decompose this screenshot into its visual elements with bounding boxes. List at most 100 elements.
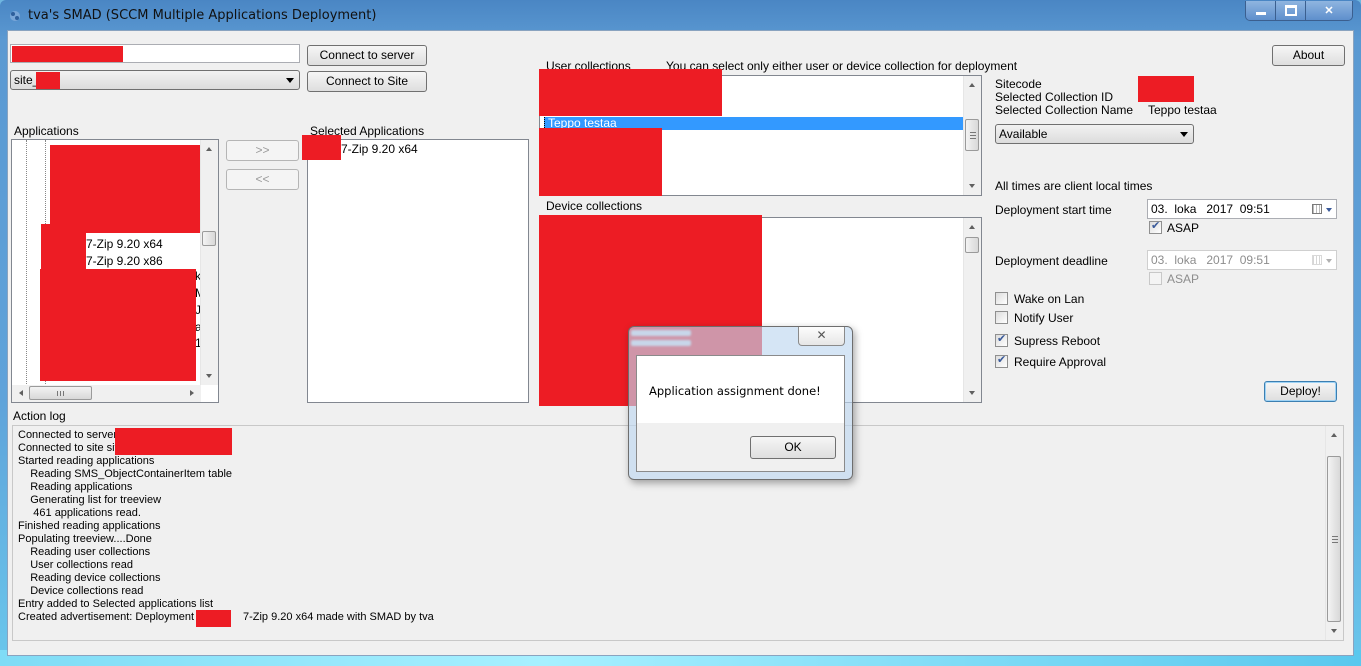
chevron-down-icon (1180, 132, 1188, 137)
redacted-user-collections (539, 69, 722, 116)
remove-application-button[interactable]: << (226, 169, 299, 190)
log-line: 461 applications read. (18, 507, 141, 519)
times-note: All times are client local times (995, 179, 1153, 193)
deploy-button[interactable]: Deploy! (1264, 381, 1337, 402)
action-log-label: Action log (13, 409, 66, 423)
supress-reboot-checkbox[interactable] (995, 332, 1008, 347)
site-select[interactable]: site_ (10, 70, 300, 90)
log-line: Device collections read (18, 585, 144, 597)
applications-vscrollbar[interactable] (200, 140, 218, 385)
applications-hscrollbar[interactable] (12, 385, 201, 402)
wake-on-lan-label: Wake on Lan (1014, 292, 1085, 306)
scroll-thumb[interactable] (202, 231, 216, 246)
action-log-scrollbar[interactable] (1325, 426, 1343, 640)
scroll-down-icon (206, 374, 212, 378)
chevron-down-icon (1326, 208, 1332, 212)
require-approval-checkbox[interactable] (995, 353, 1008, 368)
tree-item[interactable]: 7-Zip 9.20 x86 (86, 254, 163, 268)
chevron-down-icon (286, 78, 294, 83)
notify-user-label: Notify User (1014, 311, 1074, 325)
require-approval-label: Require Approval (1014, 355, 1107, 369)
notify-user-checkbox[interactable] (995, 311, 1008, 324)
start-time-label: Deployment start time (995, 203, 1112, 217)
redacted-log-app-prefix (196, 610, 231, 627)
redacted-site (36, 72, 60, 89)
close-icon: ✕ (1324, 5, 1334, 17)
scroll-thumb[interactable] (965, 237, 979, 253)
app-icon (10, 11, 20, 21)
scroll-thumb[interactable] (1327, 456, 1341, 622)
log-line: Finished reading applications (18, 520, 161, 532)
window-title: tva's SMAD (SCCM Multiple Applications D… (28, 8, 377, 23)
redacted-tree-items (50, 145, 203, 233)
dialog-body: Application assignment done! OK (636, 355, 845, 472)
deadline-label: Deployment deadline (995, 254, 1108, 268)
tree-line (26, 140, 27, 390)
scroll-up-icon (969, 83, 975, 87)
wake-on-lan-checkbox[interactable] (995, 292, 1008, 305)
sitecode-label: Sitecode (995, 77, 1042, 91)
deadline-picker[interactable]: 03. loka 2017 09:51 (1147, 250, 1337, 270)
scroll-up-icon (206, 147, 212, 151)
deadline-asap-checkbox[interactable] (1149, 272, 1162, 285)
close-button[interactable]: ✕ (1306, 1, 1352, 20)
device-collections-scrollbar[interactable] (963, 218, 981, 402)
dialog-close-button[interactable]: ✕ (798, 327, 845, 346)
user-collections-scrollbar[interactable] (963, 76, 981, 195)
redacted-server (12, 46, 123, 62)
redacted-app-prefix (302, 135, 341, 160)
collection-name-value: Teppo testaa (1148, 103, 1217, 117)
start-asap-checkbox[interactable] (1149, 219, 1162, 234)
log-line: Reading applications (18, 481, 133, 493)
calendar-icon (1312, 204, 1322, 214)
applications-label: Applications (14, 124, 79, 138)
minimize-icon (1255, 12, 1266, 15)
start-time-picker[interactable]: 03. loka 2017 09:51 (1147, 199, 1337, 219)
about-button[interactable]: About (1272, 45, 1345, 66)
add-application-button[interactable]: >> (226, 140, 299, 161)
redacted-log-server (115, 428, 232, 455)
maximize-icon (1284, 5, 1297, 16)
redacted-user-collections (539, 128, 662, 196)
tree-item[interactable]: 7-Zip 9.20 x64 (86, 237, 163, 251)
log-line: Started reading applications (18, 455, 155, 467)
applications-tree[interactable]: 7-Zip 9.20 x64 7-Zip 9.20 x86 k M J a 1 (11, 139, 219, 403)
connect-site-button[interactable]: Connect to Site (307, 71, 427, 92)
redacted-tree-items (41, 224, 86, 269)
collection-id-label: Selected Collection ID (995, 90, 1114, 104)
log-line: Reading user collections (18, 546, 151, 558)
dialog-ok-button[interactable]: OK (750, 436, 836, 459)
blurred-background (631, 330, 691, 336)
selected-applications-list[interactable]: 7-Zip 9.20 x64 (307, 139, 529, 403)
scroll-down-icon (969, 391, 975, 395)
log-line: User collections read (18, 559, 133, 571)
log-line: Reading SMS_ObjectContainerItem table (18, 468, 233, 480)
scroll-down-icon (1331, 629, 1337, 633)
purpose-select-value: Available (999, 127, 1048, 141)
scroll-up-icon (1331, 433, 1337, 437)
collection-name-label: Selected Collection Name (995, 103, 1134, 117)
close-icon: ✕ (816, 328, 827, 342)
log-line: Connected to server (18, 429, 118, 441)
connect-server-button[interactable]: Connect to server (307, 45, 427, 66)
redacted-sitecode (1138, 76, 1194, 102)
scroll-thumb[interactable] (29, 386, 92, 400)
scroll-right-icon (190, 390, 194, 396)
supress-reboot-label: Supress Reboot (1014, 334, 1101, 348)
start-asap-label: ASAP (1167, 221, 1200, 235)
scroll-thumb[interactable] (965, 119, 979, 151)
dialog-message-area: Application assignment done! (637, 356, 844, 423)
minimize-button[interactable] (1246, 1, 1276, 20)
maximize-button[interactable] (1276, 1, 1306, 20)
calendar-icon (1312, 255, 1322, 265)
message-dialog: ✕ Application assignment done! OK (628, 326, 853, 480)
scroll-left-icon (19, 390, 23, 396)
server-input[interactable] (10, 44, 300, 63)
log-line: Reading device collections (18, 572, 161, 584)
deadline-asap-label: ASAP (1167, 272, 1200, 286)
purpose-select[interactable]: Available (995, 124, 1194, 144)
log-line: Entry added to Selected applications lis… (18, 598, 214, 610)
deadline-value: 03. loka 2017 09:51 (1151, 253, 1270, 267)
dialog-message: Application assignment done! (649, 384, 821, 398)
selected-application-item[interactable]: 7-Zip 9.20 x64 (341, 142, 418, 156)
